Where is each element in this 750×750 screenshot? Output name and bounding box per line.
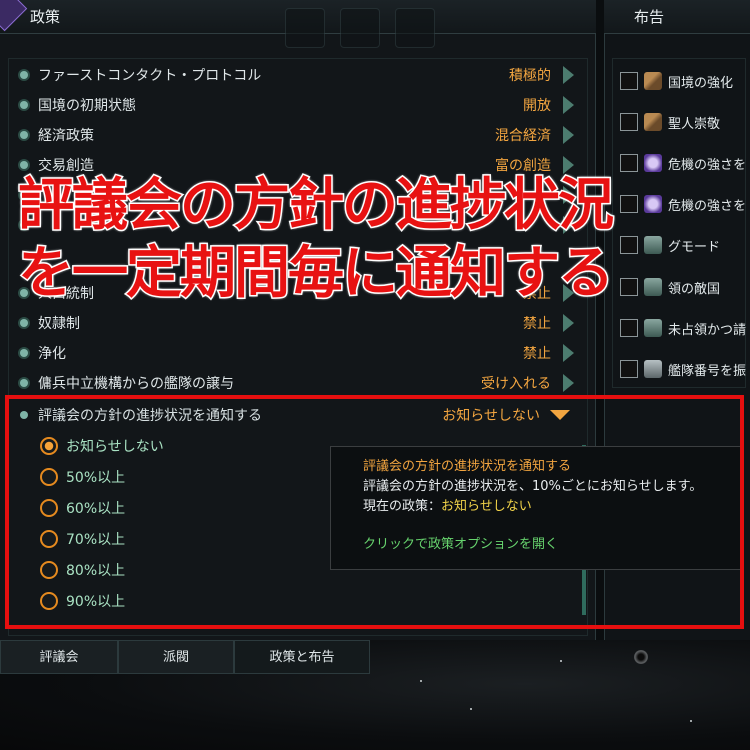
policy-name: 国境の初期状態	[38, 98, 136, 114]
settings-filter-icon[interactable]	[395, 8, 435, 48]
bottom-tab-bar: 評議会 派閥 政策と布告	[0, 640, 370, 674]
star-icon	[560, 660, 562, 662]
edict-row[interactable]: 危機の強さを	[620, 150, 750, 176]
skull-icon	[644, 154, 662, 172]
star-icon	[420, 680, 422, 682]
chevron-right-icon[interactable]	[563, 126, 574, 144]
edict-checkbox[interactable]	[620, 278, 638, 296]
policy-bullet-icon	[20, 379, 28, 387]
policy-value: 混合経済	[495, 128, 551, 144]
star-icon	[690, 720, 692, 722]
globe-filter-icon[interactable]	[340, 8, 380, 48]
policies-header: 政策	[0, 0, 596, 48]
caption-line-2: を一定期間毎に通知する	[17, 240, 616, 308]
tab-factions[interactable]: 派閥	[118, 640, 234, 674]
chevron-right-icon[interactable]	[563, 314, 574, 332]
ship-icon	[644, 360, 662, 378]
policies-title: 政策	[30, 8, 61, 26]
edict-label: 危機の強さを	[668, 157, 747, 173]
policy-bullet-icon	[20, 71, 28, 79]
chevron-right-icon[interactable]	[563, 344, 574, 362]
policy-row[interactable]: 奴隷制 禁止	[14, 310, 574, 336]
edicts-title: 布告	[634, 8, 665, 26]
edict-row[interactable]: 未占領かつ請	[620, 315, 750, 341]
chevron-right-icon[interactable]	[563, 96, 574, 114]
edict-checkbox[interactable]	[620, 236, 638, 254]
faction-filter-icon[interactable]	[285, 8, 325, 48]
policy-name: 傭兵中立機構からの艦隊の譲与	[38, 376, 234, 392]
policy-row[interactable]: 傭兵中立機構からの艦隊の譲与 受け入れる	[14, 370, 574, 396]
figure-icon	[644, 278, 662, 296]
empire-emblem-icon[interactable]	[0, 0, 28, 32]
tab-council[interactable]: 評議会	[0, 640, 118, 674]
edict-label: 領の敵国	[668, 281, 721, 297]
edict-checkbox[interactable]	[620, 195, 638, 213]
edict-label: 危機の強さを	[668, 198, 747, 214]
highlight-frame	[5, 395, 744, 629]
policy-row[interactable]: 浄化 禁止	[14, 340, 574, 366]
edict-row[interactable]: グモード	[620, 232, 750, 258]
edict-checkbox[interactable]	[620, 113, 638, 131]
policy-row[interactable]: ファーストコンタクト・プロトコル 積極的	[14, 62, 574, 88]
policy-row[interactable]: 国境の初期状態 開放	[14, 92, 574, 118]
policy-bullet-icon	[20, 131, 28, 139]
hammer-icon	[644, 72, 662, 90]
policy-name: 奴隷制	[38, 316, 80, 332]
edicts-header: 布告	[604, 0, 750, 34]
edict-checkbox[interactable]	[620, 154, 638, 172]
policy-bullet-icon	[20, 319, 28, 327]
edict-row[interactable]: 艦隊番号を振	[620, 356, 750, 382]
edict-label: グモード	[668, 239, 721, 255]
edict-checkbox[interactable]	[620, 319, 638, 337]
tab-policies-edicts[interactable]: 政策と布告	[234, 640, 370, 674]
edict-checkbox[interactable]	[620, 360, 638, 378]
star-icon	[470, 708, 472, 710]
policy-value: 禁止	[523, 316, 551, 332]
policy-bullet-icon	[20, 101, 28, 109]
edict-label: 聖人崇敬	[668, 116, 721, 132]
edict-row[interactable]: 危機の強さを	[620, 191, 750, 217]
edict-label: 艦隊番号を振	[668, 363, 747, 379]
planet-icon	[634, 650, 648, 664]
chevron-right-icon[interactable]	[563, 374, 574, 392]
skull-icon	[644, 195, 662, 213]
edict-label: 国境の強化	[668, 75, 734, 91]
policy-name: ファーストコンタクト・プロトコル	[38, 68, 262, 84]
policy-name: 経済政策	[38, 128, 94, 144]
figure-icon	[644, 319, 662, 337]
policy-name: 浄化	[38, 346, 66, 362]
chevron-right-icon[interactable]	[563, 66, 574, 84]
edict-row[interactable]: 国境の強化	[620, 68, 750, 94]
policy-value: 開放	[523, 98, 551, 114]
policy-bullet-icon	[20, 349, 28, 357]
policy-value: 禁止	[523, 346, 551, 362]
policy-row[interactable]: 経済政策 混合経済	[14, 122, 574, 148]
edict-checkbox[interactable]	[620, 72, 638, 90]
policy-value: 積極的	[509, 68, 551, 84]
hammer-icon	[644, 113, 662, 131]
edict-row[interactable]: 領の敵国	[620, 274, 750, 300]
figure-icon	[644, 236, 662, 254]
edict-label: 未占領かつ請	[668, 322, 747, 338]
policy-value: 受け入れる	[481, 376, 551, 392]
edict-row[interactable]: 聖人崇敬	[620, 109, 750, 135]
